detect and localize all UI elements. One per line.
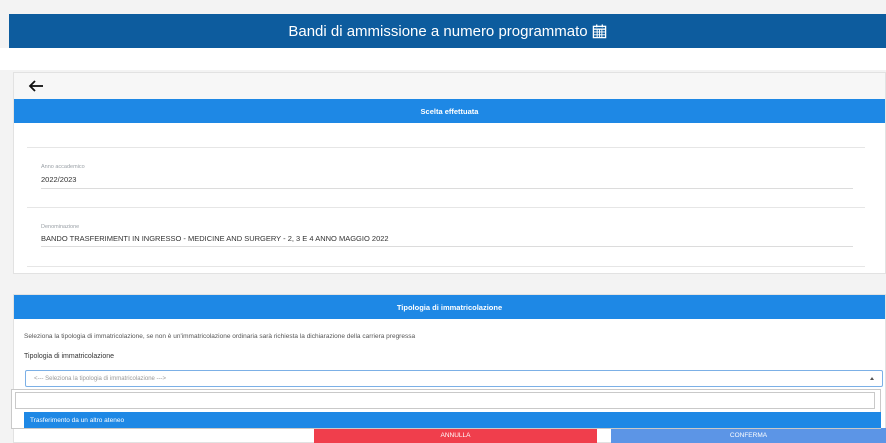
dropdown-option[interactable]: Trasferimento da un altro ateneo [24,412,881,428]
dropdown-search-input[interactable] [15,392,875,409]
header-spacer [0,48,886,70]
academic-year-label: Anno accademico [41,164,85,170]
academic-year-value: 2022/2023 [41,175,77,184]
academic-year-field: Anno accademico 2022/2023 [27,147,865,205]
denomination-label: Denominazione [41,224,80,230]
calendar-icon [592,23,606,38]
select-placeholder: <--- Seleziona la tipologia di immatrico… [34,375,167,382]
arrow-left-icon[interactable] [28,79,44,93]
page-title: Bandi di ammissione a numero programmato [288,22,588,40]
enrollment-type-select[interactable]: <--- Seleziona la tipologia di immatrico… [25,370,883,387]
enrollment-type-label: Tipologia di immatricolazione [24,353,115,360]
choice-section-title: Scelta effettuata [14,99,885,123]
denomination-field: Denominazione BANDO TRASFERIMENTI IN ING… [27,207,865,267]
cancel-button[interactable]: ANNULLA [314,428,597,443]
field-underline [41,246,853,247]
caret-up-icon [870,377,874,380]
enrollment-description: Seleziona la tipologia di immatricolazio… [24,333,416,340]
choice-card: Scelta effettuata Anno accademico 2022/2… [13,72,886,274]
field-underline [41,188,853,189]
card-divider [27,266,865,267]
enrollment-section-title: Tipologia di immatricolazione [14,295,885,319]
page-header: Bandi di ammissione a numero programmato [9,14,886,48]
confirm-button[interactable]: CONFERMA [611,428,886,443]
back-row [14,73,885,99]
denomination-value: BANDO TRASFERIMENTI IN INGRESSO - MEDICI… [41,234,389,243]
